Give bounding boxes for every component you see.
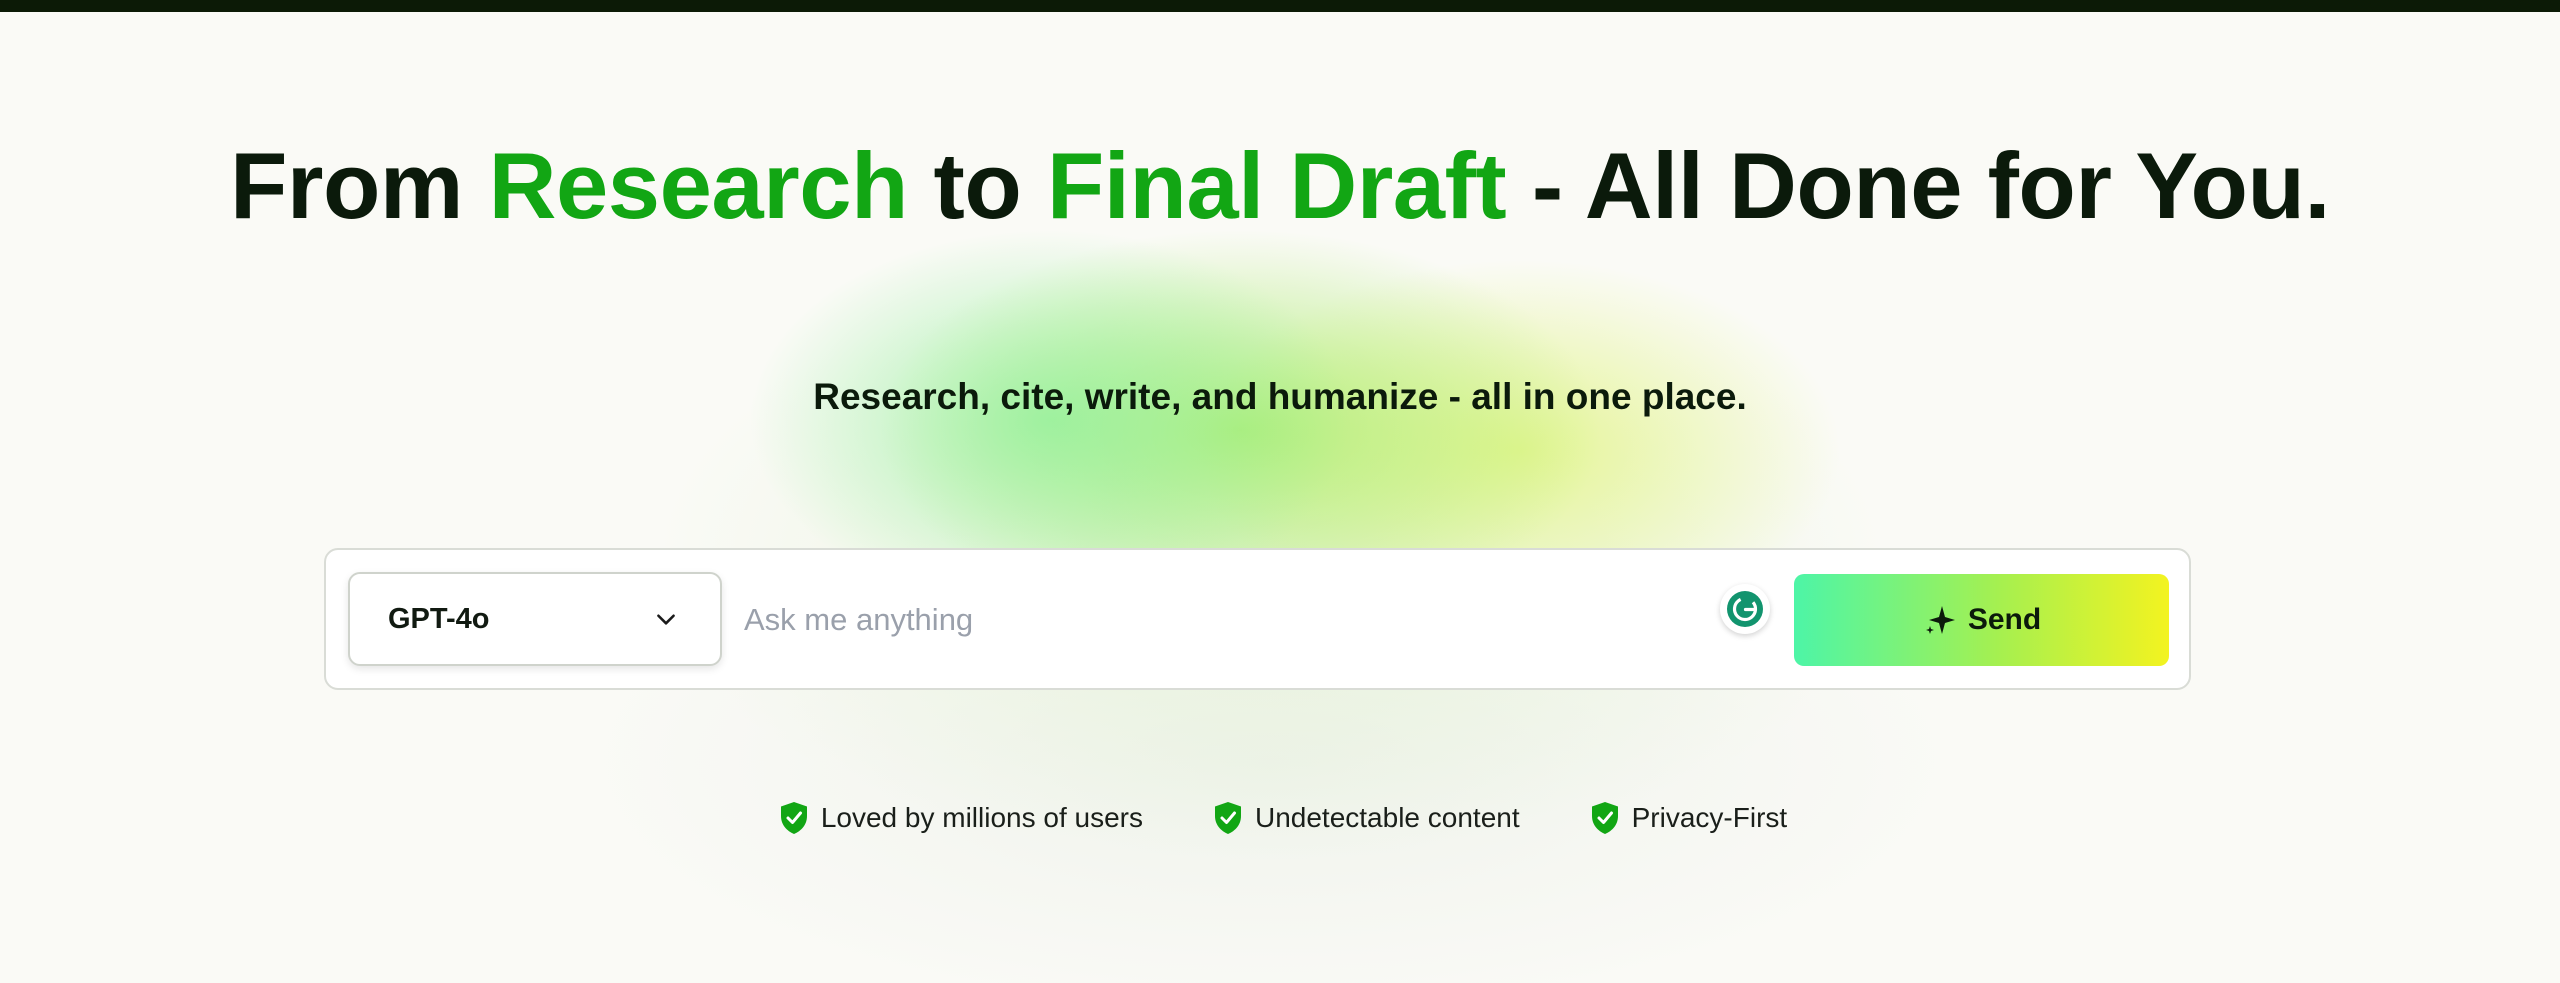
headline-part-3: - All Done for You. xyxy=(1506,133,2331,238)
feature-label: Privacy-First xyxy=(1631,802,1788,833)
shield-check-icon xyxy=(779,801,809,835)
headline-accent-research: Research xyxy=(488,133,909,238)
prompt-box: GPT-4o Send xyxy=(324,548,2191,690)
sparkle-icon xyxy=(1922,602,1958,638)
feature-item-loved-by-millions: Loved by millions of users xyxy=(779,801,1143,835)
send-button-label: Send xyxy=(1967,603,2042,636)
shield-check-icon xyxy=(1590,801,1620,835)
prompt-input[interactable] xyxy=(744,578,1724,662)
headline-accent-final-draft: Final Draft xyxy=(1046,133,1507,238)
send-button[interactable]: Send xyxy=(1794,574,2169,666)
page-headline: From Research to Final Draft - All Done … xyxy=(0,132,2560,240)
headline-part-2: to xyxy=(907,133,1047,238)
top-bar xyxy=(0,0,2560,12)
grammarly-icon[interactable] xyxy=(1720,584,1770,634)
feature-label: Undetectable content xyxy=(1254,802,1520,833)
feature-item-privacy-first: Privacy-First xyxy=(1590,801,1788,835)
model-select-label: GPT-4o xyxy=(388,602,490,635)
feature-list: Loved by millions of users Undetectable … xyxy=(0,801,2560,835)
page-subheadline: Research, cite, write, and humanize - al… xyxy=(813,376,1747,417)
model-select-dropdown[interactable]: GPT-4o xyxy=(348,572,722,666)
shield-check-icon xyxy=(1213,801,1243,835)
feature-item-undetectable: Undetectable content xyxy=(1213,801,1520,835)
headline-part-1: From xyxy=(230,133,489,238)
feature-label: Loved by millions of users xyxy=(820,802,1143,833)
chevron-down-icon xyxy=(652,605,680,633)
